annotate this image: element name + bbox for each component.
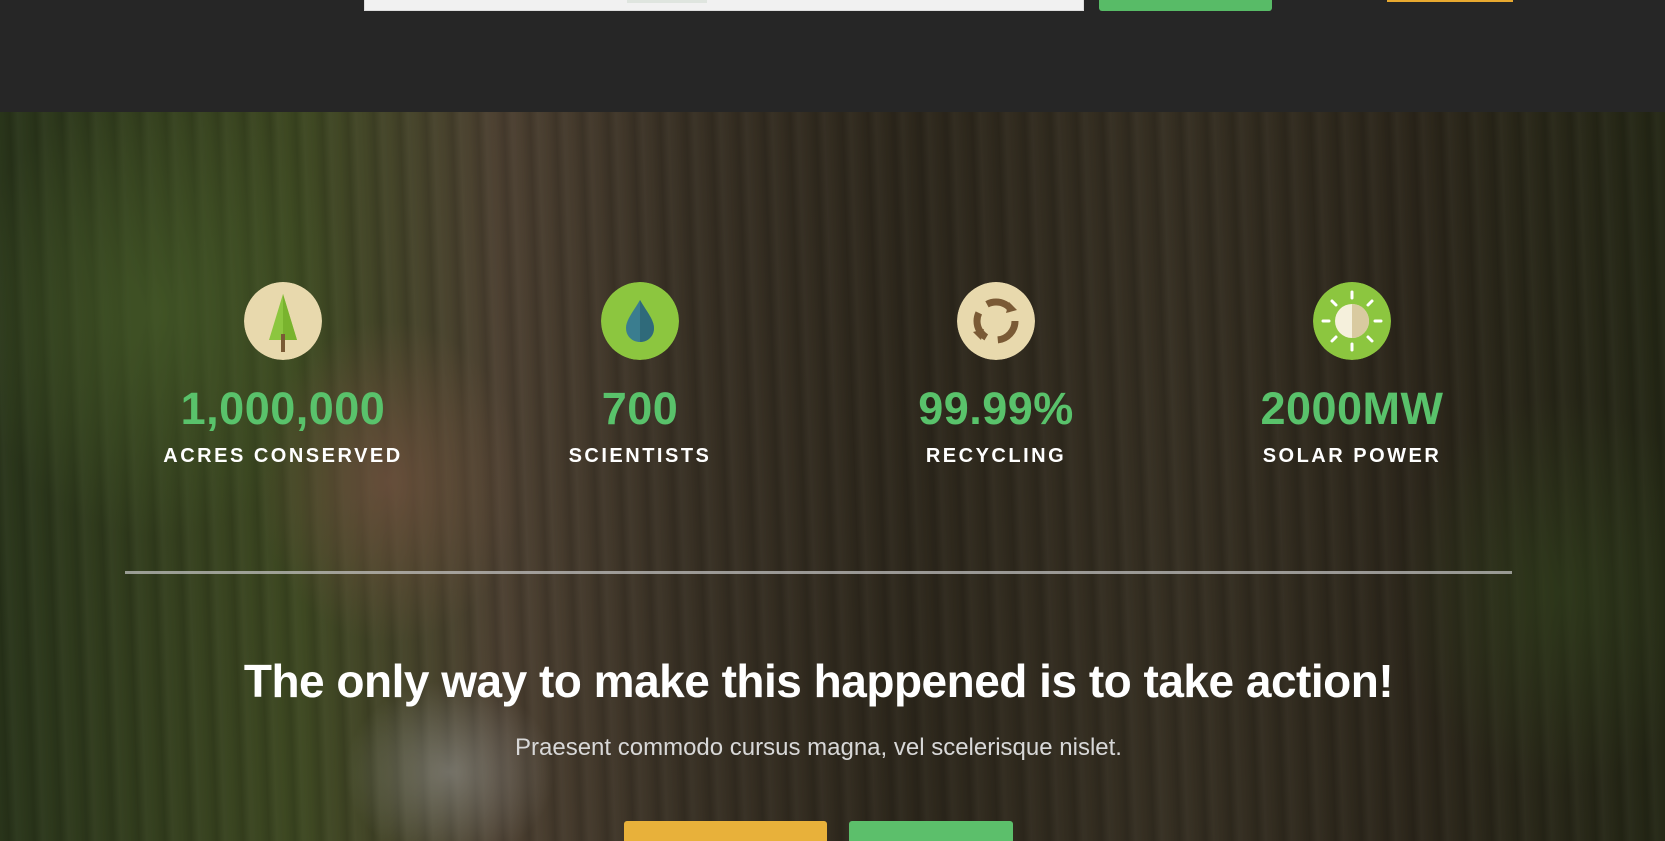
top-orange-button[interactable] bbox=[1387, 0, 1513, 2]
cta-headline: The only way to make this happened is to… bbox=[243, 655, 1394, 707]
cta-orange-button[interactable] bbox=[624, 821, 827, 841]
water-drop-icon bbox=[601, 282, 679, 360]
stat-value: 99.99% bbox=[918, 383, 1074, 434]
hero-section: 1,000,000 ACRES CONSERVED 700 SCIENTISTS… bbox=[0, 112, 1665, 841]
input-highlight bbox=[627, 0, 707, 3]
stat-recycling: 99.99% RECYCLING bbox=[846, 282, 1146, 468]
stat-label: ACRES CONSERVED bbox=[163, 445, 403, 467]
stat-label: SOLAR POWER bbox=[1262, 445, 1442, 467]
stat-value: 700 bbox=[601, 383, 679, 434]
stat-value: 1,000,000 bbox=[180, 383, 386, 434]
cta-green-button[interactable] bbox=[849, 821, 1013, 841]
recycle-icon bbox=[957, 282, 1035, 360]
top-green-button[interactable] bbox=[1099, 0, 1272, 11]
stat-label: SCIENTISTS bbox=[568, 445, 712, 467]
top-search-input[interactable] bbox=[364, 0, 1084, 11]
tree-icon bbox=[244, 282, 322, 360]
hero-overlay bbox=[0, 112, 1665, 841]
sun-icon bbox=[1313, 282, 1391, 360]
stat-label: RECYCLING bbox=[925, 445, 1067, 467]
cta-subline: Praesent commodo cursus magna, vel scele… bbox=[515, 734, 1122, 761]
stat-solar: 2000MW SOLAR POWER bbox=[1202, 282, 1502, 468]
section-divider bbox=[125, 571, 1512, 574]
stat-scientists: 700 SCIENTISTS bbox=[490, 282, 790, 468]
stat-acres: 1,000,000 ACRES CONSERVED bbox=[133, 282, 433, 468]
top-bar bbox=[0, 0, 1665, 112]
stat-value: 2000MW bbox=[1260, 383, 1444, 434]
